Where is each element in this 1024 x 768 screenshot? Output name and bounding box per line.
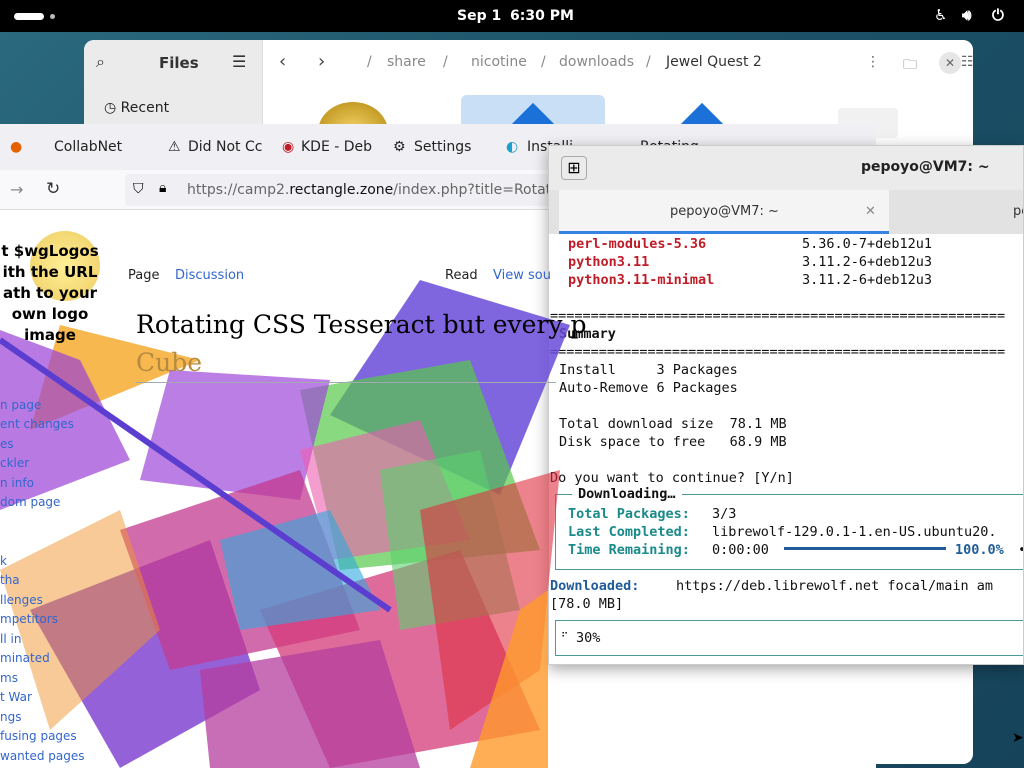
workspace-dot[interactable] (50, 14, 55, 19)
breadcrumb-sep: / (443, 54, 448, 70)
power-icon[interactable]: ⏻ (992, 6, 1004, 24)
breadcrumb-sep: / (367, 54, 372, 70)
terminal-title: pepoyo@VM7: ~ (861, 159, 990, 175)
list-view-icon[interactable]: ☷ (961, 54, 973, 70)
url-path: /index.php?title=Rotati (393, 182, 556, 198)
sidebar-link[interactable]: mpetitors (0, 612, 58, 626)
title-divider (136, 382, 556, 383)
tab-discussion[interactable]: Discussion (175, 268, 244, 283)
url-text[interactable]: https://camp2.rectangle.zone/index.php?t… (187, 182, 555, 198)
tab-kde[interactable]: KDE - Deb (301, 139, 372, 155)
url-host: rectangle.zone (289, 182, 394, 198)
lock-icon[interactable]: 🔒︎ (159, 180, 166, 196)
url-bar[interactable]: ⛉ 🔒︎ https://camp2.rectangle.zone/index.… (125, 174, 565, 206)
bullet-icon: • (1018, 541, 1023, 559)
menu-icon[interactable]: ☰ (232, 52, 246, 71)
more-icon[interactable]: ⋮ (866, 54, 880, 70)
sidebar-link[interactable]: tha (0, 573, 20, 587)
sidebar-link[interactable]: llenges (0, 593, 43, 607)
activities-indicator[interactable] (14, 13, 44, 20)
tesseract-shapes (0, 280, 570, 768)
sidebar-link[interactable]: n info (0, 476, 34, 490)
clock-date[interactable]: Sep 1 (457, 8, 501, 24)
clock-icon: ◷ (104, 100, 121, 116)
files-title: Files (159, 54, 199, 72)
sidebar-link[interactable]: k (0, 554, 7, 568)
logo-line: ith the URL (2, 263, 98, 281)
sidebar-link[interactable]: n page (0, 398, 41, 412)
volume-icon[interactable]: 🔊︎ (962, 6, 971, 24)
sidebar-link[interactable]: minated (0, 651, 50, 665)
progress-percent: 100.0% (955, 542, 1004, 558)
sidebar-link[interactable]: fusing pages (0, 729, 77, 743)
close-icon[interactable]: ✕ (939, 52, 961, 74)
sidebar-link[interactable]: t War (0, 690, 32, 704)
sidebar-link[interactable]: dom page (0, 495, 60, 509)
clock-time[interactable]: 6:30 PM (510, 8, 574, 24)
sidebar-link[interactable]: ms (0, 671, 18, 685)
tab-collabnet[interactable]: CollabNet (54, 139, 122, 155)
debian-icon: ◉ (282, 139, 295, 155)
search-icon[interactable]: ⌕ (96, 52, 105, 72)
top-bar: Sep 1 6:30 PM ♿ 🔊︎ ⏻ (0, 0, 1024, 32)
breadcrumb-sep: / (646, 54, 651, 70)
sidebar-link[interactable]: ll in (0, 632, 21, 646)
new-folder-icon[interactable]: 🗀︎ (903, 54, 917, 78)
terminal-header: ⊞ pepoyo@VM7: ~ (549, 146, 1023, 190)
install-icon: ◐ (506, 139, 519, 155)
sidebar-item-recent[interactable]: ◷ Recent (104, 100, 169, 116)
breadcrumb-nicotine[interactable]: nicotine (471, 54, 527, 70)
url-prefix: https://camp2. (187, 182, 290, 198)
breadcrumb-sep: / (541, 54, 546, 70)
accessibility-icon[interactable]: ♿ (934, 6, 947, 24)
breadcrumb-current[interactable]: Jewel Quest 2 (666, 54, 762, 70)
back-icon[interactable]: ‹ (279, 51, 286, 72)
files-header: ‹ › / share / nicotine / downloads / Jew… (263, 40, 973, 86)
breadcrumb-share[interactable]: share (387, 54, 426, 70)
tab-settings[interactable]: Settings (414, 139, 471, 155)
shield-icon[interactable]: ⛉ (133, 181, 144, 197)
logo-line: image (24, 326, 76, 344)
logo-line: ath to your (2, 284, 98, 302)
reload-icon[interactable]: ↻ (46, 179, 60, 199)
forward-icon[interactable]: › (318, 51, 325, 72)
firefox-icon: ● (10, 139, 23, 155)
sidebar-link[interactable]: ckler (0, 456, 29, 470)
wiki-logo: t $wgLogos ith the URL ath to your own l… (0, 231, 100, 346)
tab-page[interactable]: Page (128, 268, 159, 283)
recent-label: Recent (120, 100, 170, 116)
new-tab-button[interactable]: ⊞ (561, 156, 587, 180)
sidebar-link[interactable]: wanted pages (0, 749, 85, 763)
warning-icon: ⚠ (168, 139, 181, 155)
terminal-tab-2[interactable]: pe (1013, 204, 1023, 219)
sidebar-link[interactable]: ngs (0, 710, 21, 724)
browser-window: ● CollabNet ⚠ Did Not Cc ◉ KDE - Deb ⚙ S… (0, 124, 876, 768)
tab-did-not[interactable]: Did Not Cc (188, 139, 262, 155)
sidebar-link[interactable]: ent changes (0, 417, 74, 431)
forward-icon[interactable]: → (10, 180, 23, 199)
page-title: Rotating CSS Tesseract but every p (136, 310, 587, 339)
tab-read[interactable]: Read (445, 268, 478, 283)
mouse-cursor-icon: ➤ (1012, 730, 1024, 746)
wiki-page: t $wgLogos ith the URL ath to your own l… (0, 210, 876, 768)
gear-icon: ⚙ (393, 139, 406, 155)
tab-view-source[interactable]: View sou (493, 268, 551, 283)
page-title-cube: Cube (136, 348, 203, 377)
logo-line: own logo (11, 305, 89, 323)
sidebar-link[interactable]: es (0, 437, 14, 451)
breadcrumb-downloads[interactable]: downloads (559, 54, 634, 70)
logo-line: t $wgLogos (1, 242, 99, 260)
